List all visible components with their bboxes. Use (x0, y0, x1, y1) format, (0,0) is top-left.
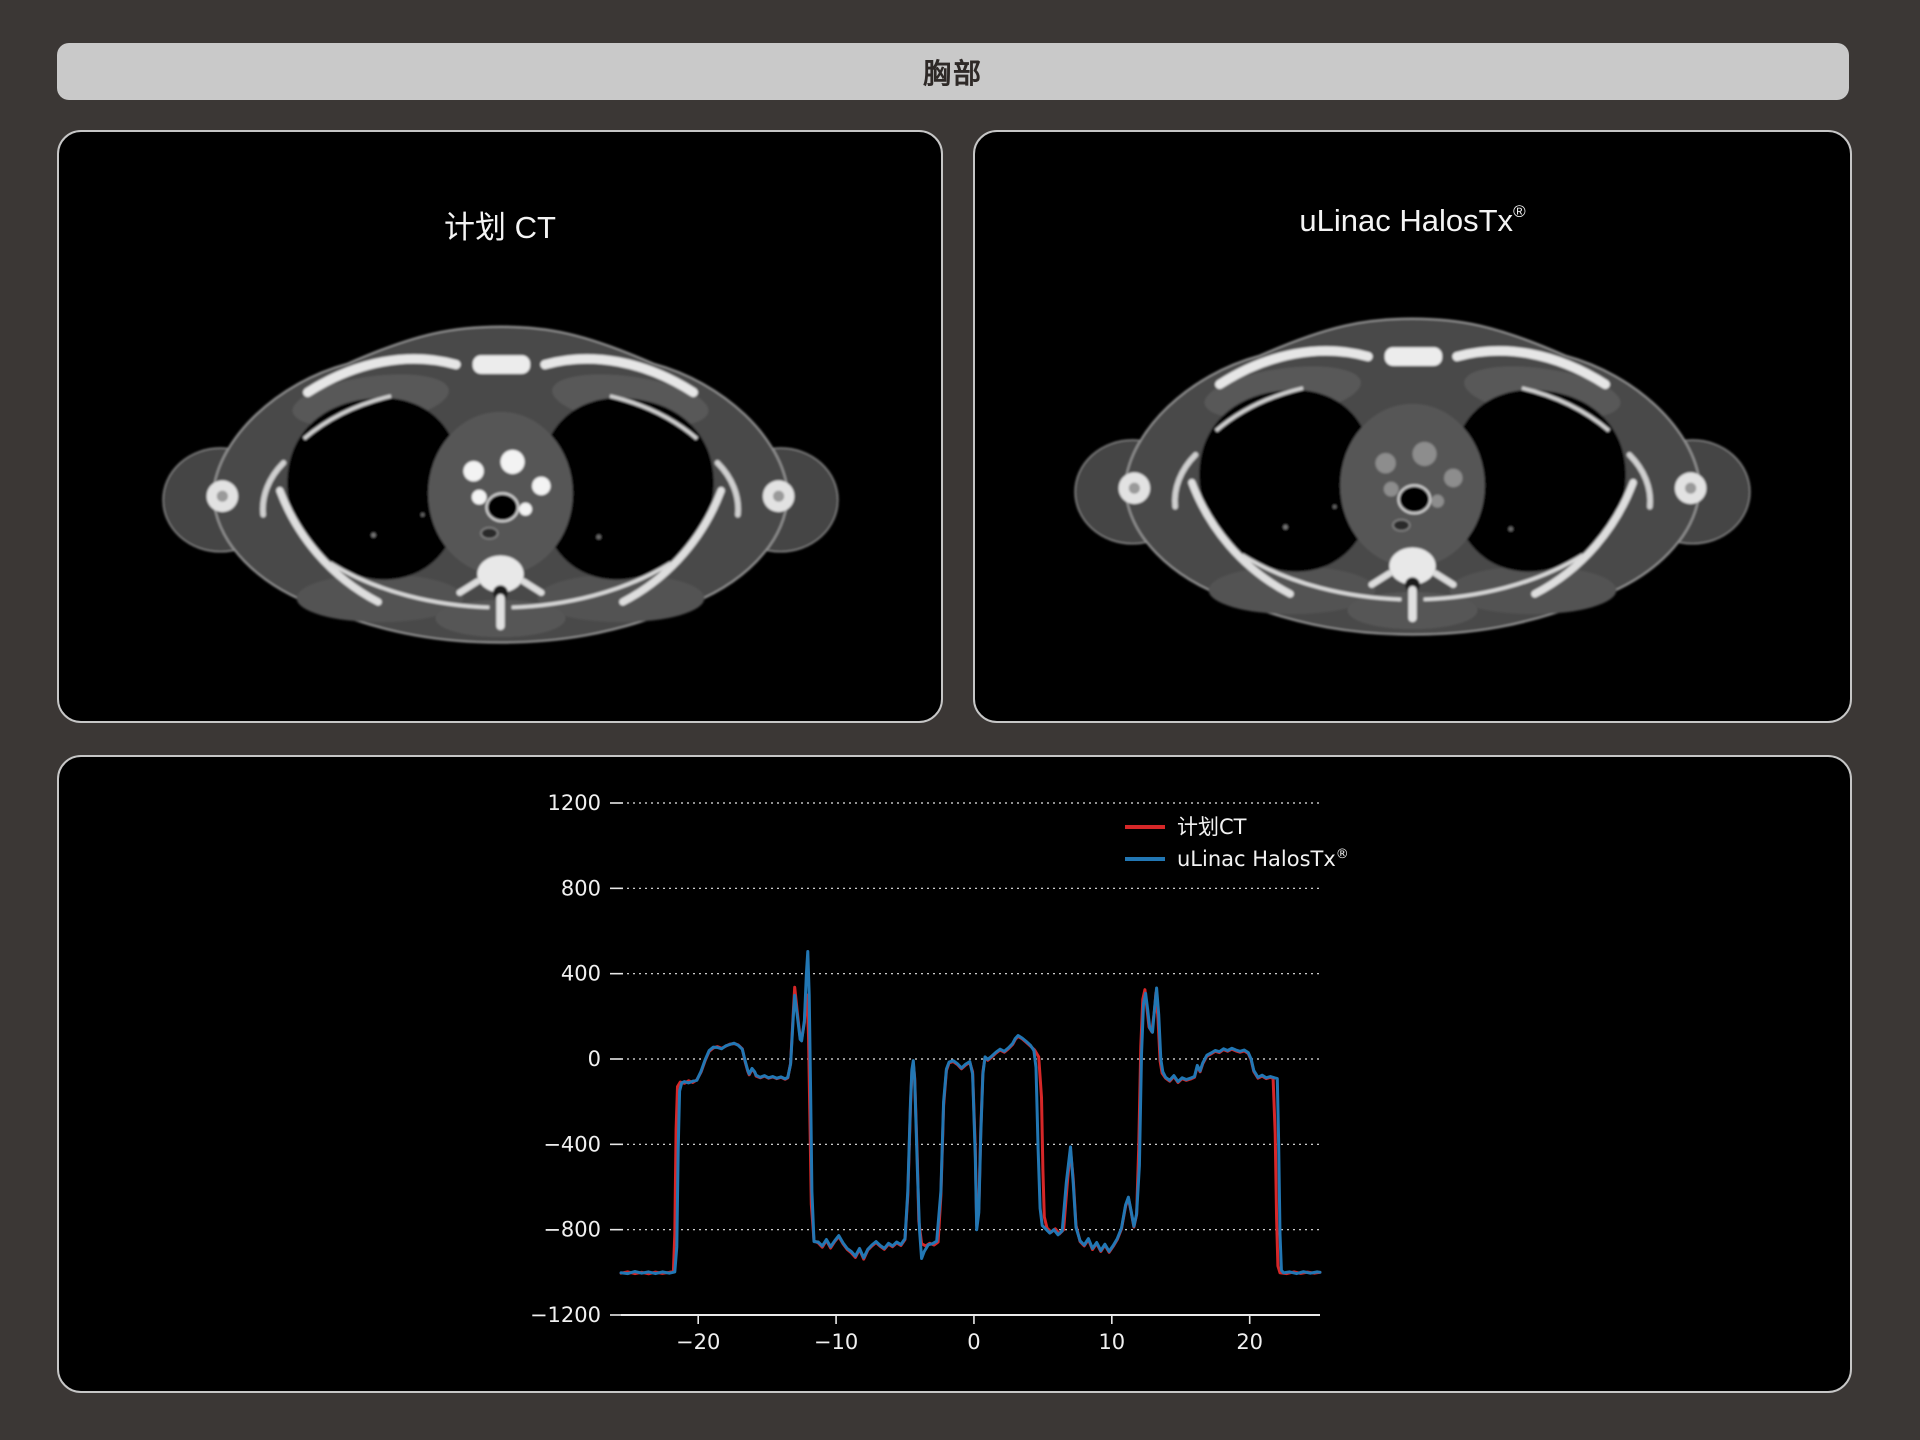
ulinac-ct-title-text: uLinac HalosTx (1299, 203, 1513, 238)
y-tick-label: 1200 (548, 791, 601, 815)
page-title: 胸部 (923, 52, 983, 92)
x-tick-label: 20 (1236, 1330, 1263, 1354)
legend-label-1: uLinac HalosTx® (1177, 847, 1349, 871)
y-tick-label: −400 (543, 1132, 601, 1156)
y-tick-label: 400 (561, 962, 601, 986)
x-tick-label: 10 (1098, 1330, 1125, 1354)
region-title-bar: 胸部 (57, 43, 1849, 100)
ulinac-ct-image-wrap (975, 249, 1850, 694)
y-tick-label: −800 (543, 1218, 601, 1242)
y-tick-label: 800 (561, 876, 601, 900)
page: 胸部 计划 CT uLinac HalosTx® 1200 800 400 0 −400… (0, 0, 1920, 1440)
x-tick-label: −20 (676, 1330, 720, 1354)
planning-ct-title: 计划 CT (59, 202, 941, 247)
ct-image-ulinac (1060, 249, 1765, 694)
planning-ct-image-wrap (59, 257, 941, 702)
ct-image-planning (148, 257, 853, 702)
planning-ct-panel: 计划 CT (57, 130, 943, 723)
ulinac-ct-panel: uLinac HalosTx® (973, 130, 1852, 723)
x-tick-label: 0 (967, 1330, 980, 1354)
legend-label-0: 计划CT (1177, 815, 1247, 839)
hu-profile-chart-panel: 1200 800 400 0 −400 −800 −1200 −20 −10 0 10 20 计划CT u… (57, 755, 1852, 1393)
profile-chart: 1200 800 400 0 −400 −800 −1200 −20 −10 0 10 20 计划CT u… (59, 757, 1852, 1393)
series-line-1 (621, 952, 1320, 1274)
x-tick-label: −10 (814, 1330, 858, 1354)
planning-ct-title-text: 计划 CT (444, 210, 556, 245)
series-line-0 (621, 987, 1320, 1274)
y-tick-label: 0 (588, 1047, 601, 1071)
ulinac-ct-title: uLinac HalosTx® (975, 202, 1850, 239)
y-tick-label: −1200 (530, 1303, 601, 1327)
registered-mark: ® (1513, 202, 1526, 221)
